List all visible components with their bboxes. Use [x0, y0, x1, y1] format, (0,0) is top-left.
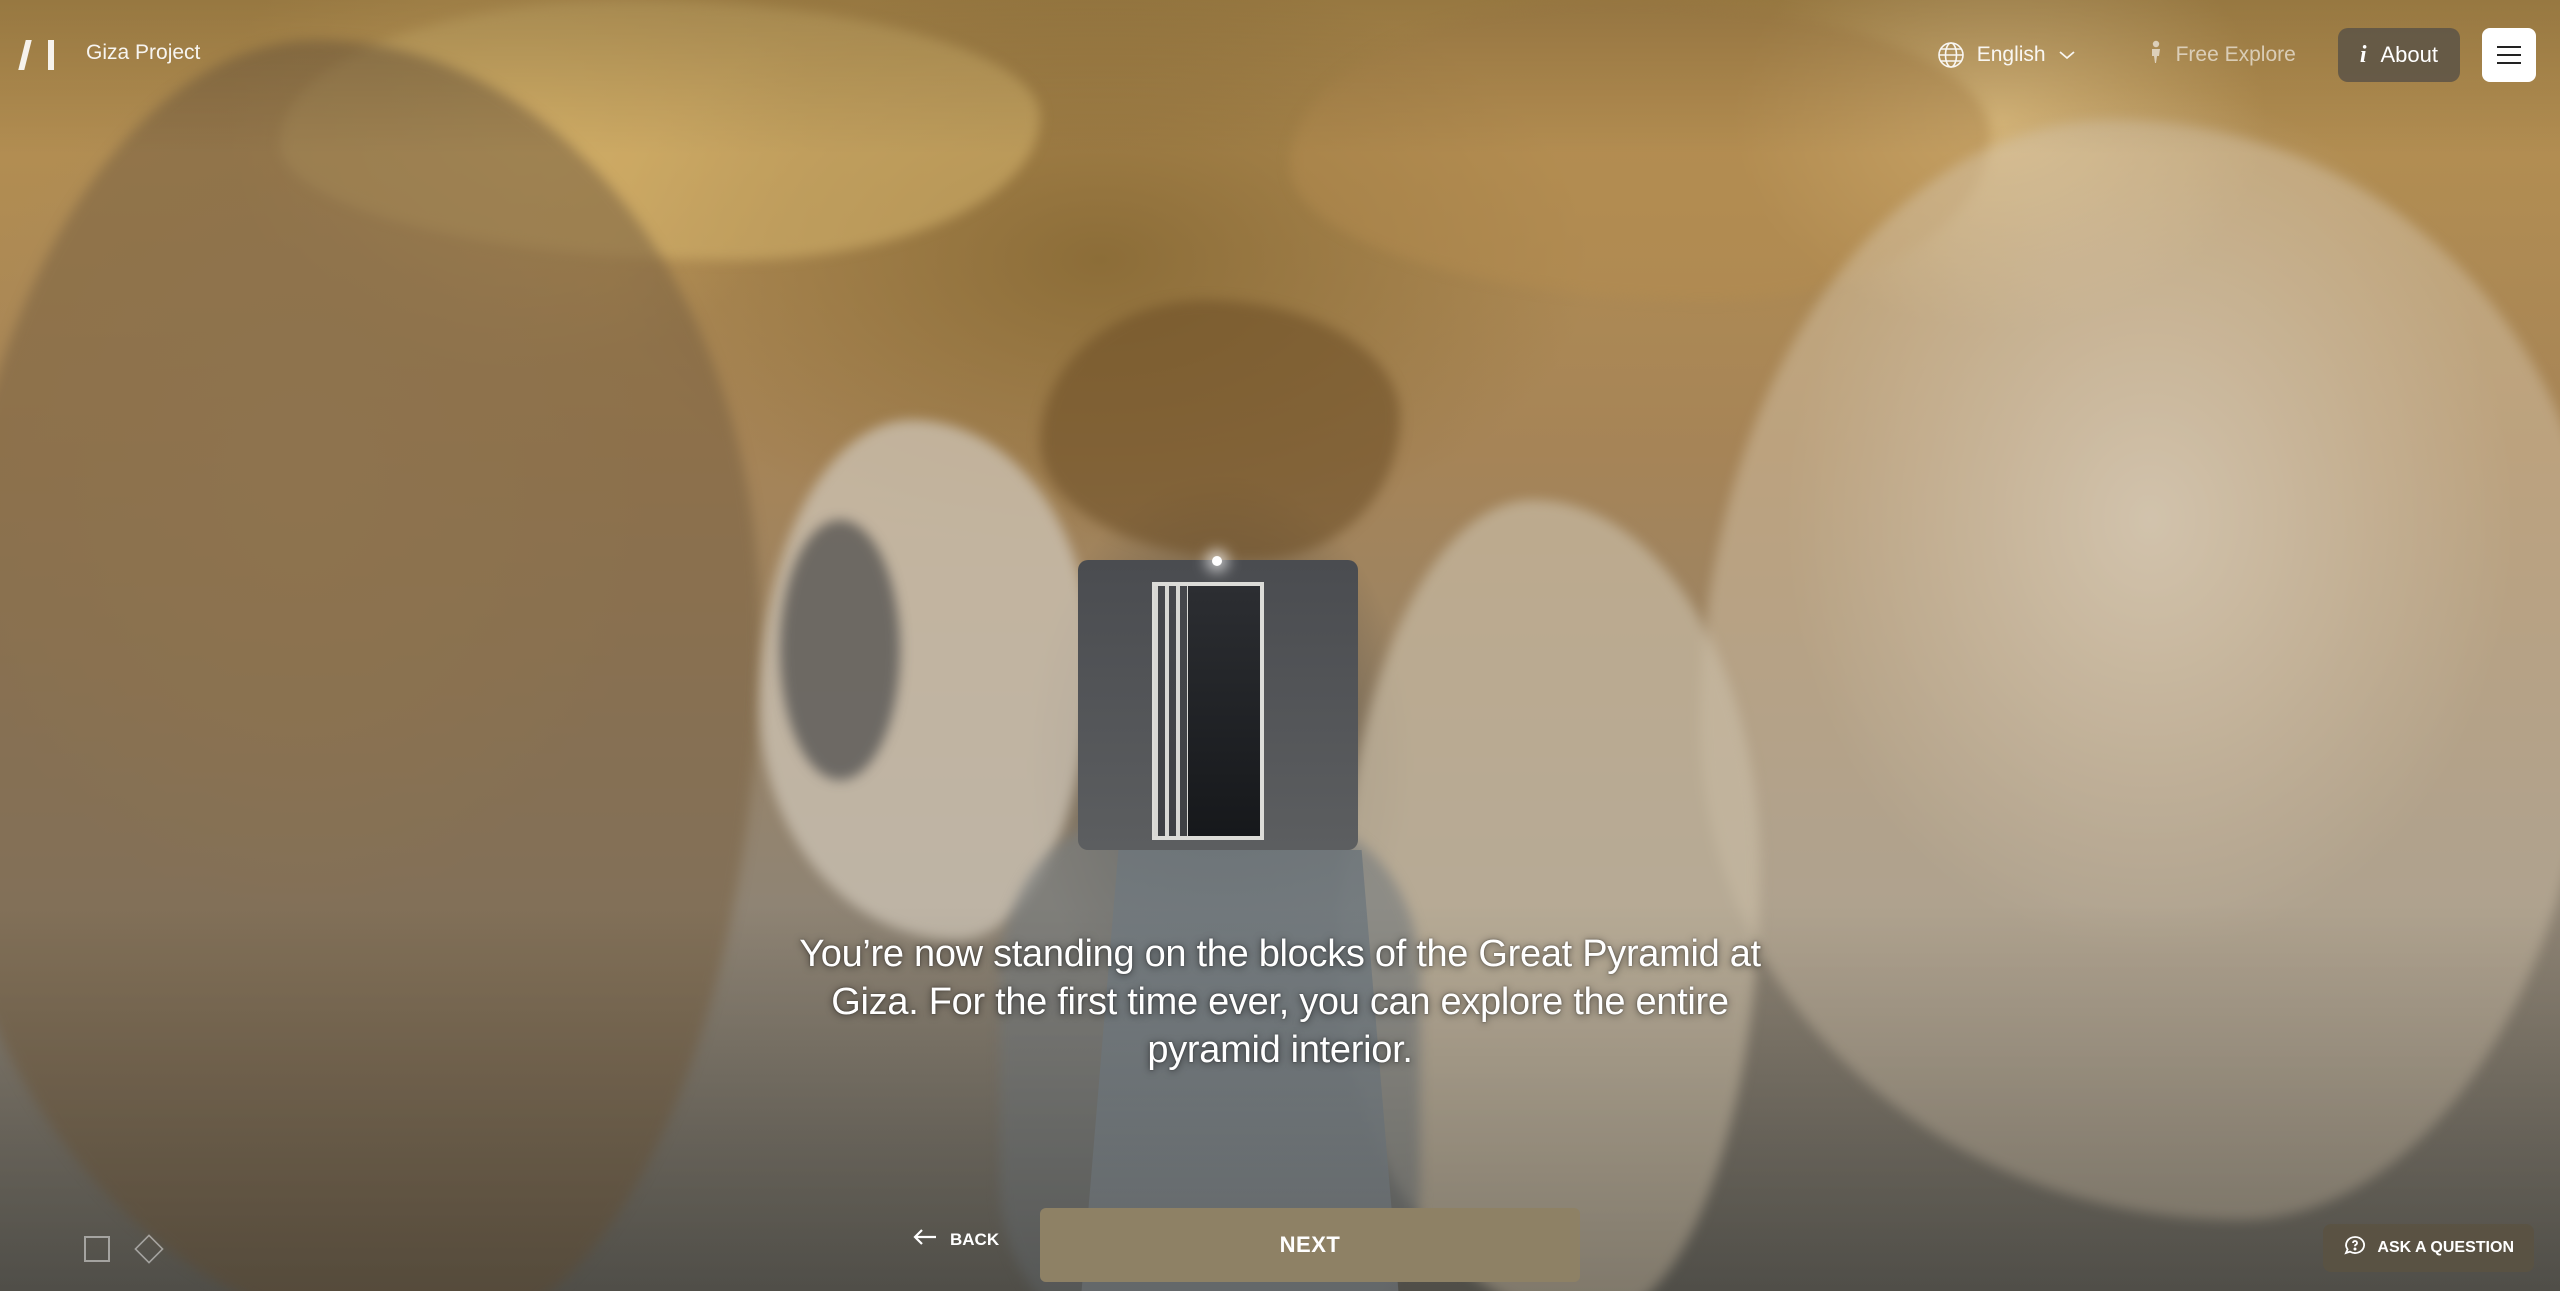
info-icon: i: [2359, 41, 2367, 68]
view-tools: [84, 1234, 164, 1264]
free-explore-label: Free Explore: [2175, 43, 2296, 66]
language-label: English: [1976, 43, 2046, 66]
menu-button[interactable]: [2482, 28, 2536, 82]
cave-panorama[interactable]: [0, 0, 2560, 1291]
ask-question-button[interactable]: ASK A QUESTION: [2323, 1224, 2534, 1272]
floorplan-icon[interactable]: [84, 1236, 110, 1262]
vignette-overlay: [0, 0, 2560, 1291]
chevron-down-icon: [2058, 49, 2076, 61]
brand-name: Giza Project: [86, 41, 201, 64]
next-button[interactable]: NEXT: [1040, 1208, 1580, 1282]
hamburger-icon: [2497, 46, 2521, 64]
dollhouse-icon[interactable]: [134, 1234, 164, 1264]
free-explore-link[interactable]: Free Explore: [2146, 40, 2296, 70]
globe-icon: [1937, 41, 1965, 69]
back-button[interactable]: BACK: [912, 1228, 999, 1251]
chat-bubble-icon: [2343, 1234, 2367, 1263]
tour-caption: You’re now standing on the blocks of the…: [799, 933, 1761, 1071]
arrow-left-icon: [912, 1228, 938, 1251]
top-nav: English Free Explore i About: [1937, 28, 2536, 82]
next-label: NEXT: [1279, 1232, 1341, 1257]
person-icon: [2146, 40, 2166, 70]
language-selector[interactable]: English: [1937, 41, 2076, 69]
back-label: BACK: [950, 1229, 1000, 1249]
brand[interactable]: Giza Project: [18, 36, 200, 70]
ask-question-label: ASK A QUESTION: [2377, 1239, 2514, 1256]
about-label: About: [2380, 42, 2439, 67]
about-button[interactable]: i About: [2337, 28, 2460, 82]
logo-icon: [18, 36, 62, 70]
